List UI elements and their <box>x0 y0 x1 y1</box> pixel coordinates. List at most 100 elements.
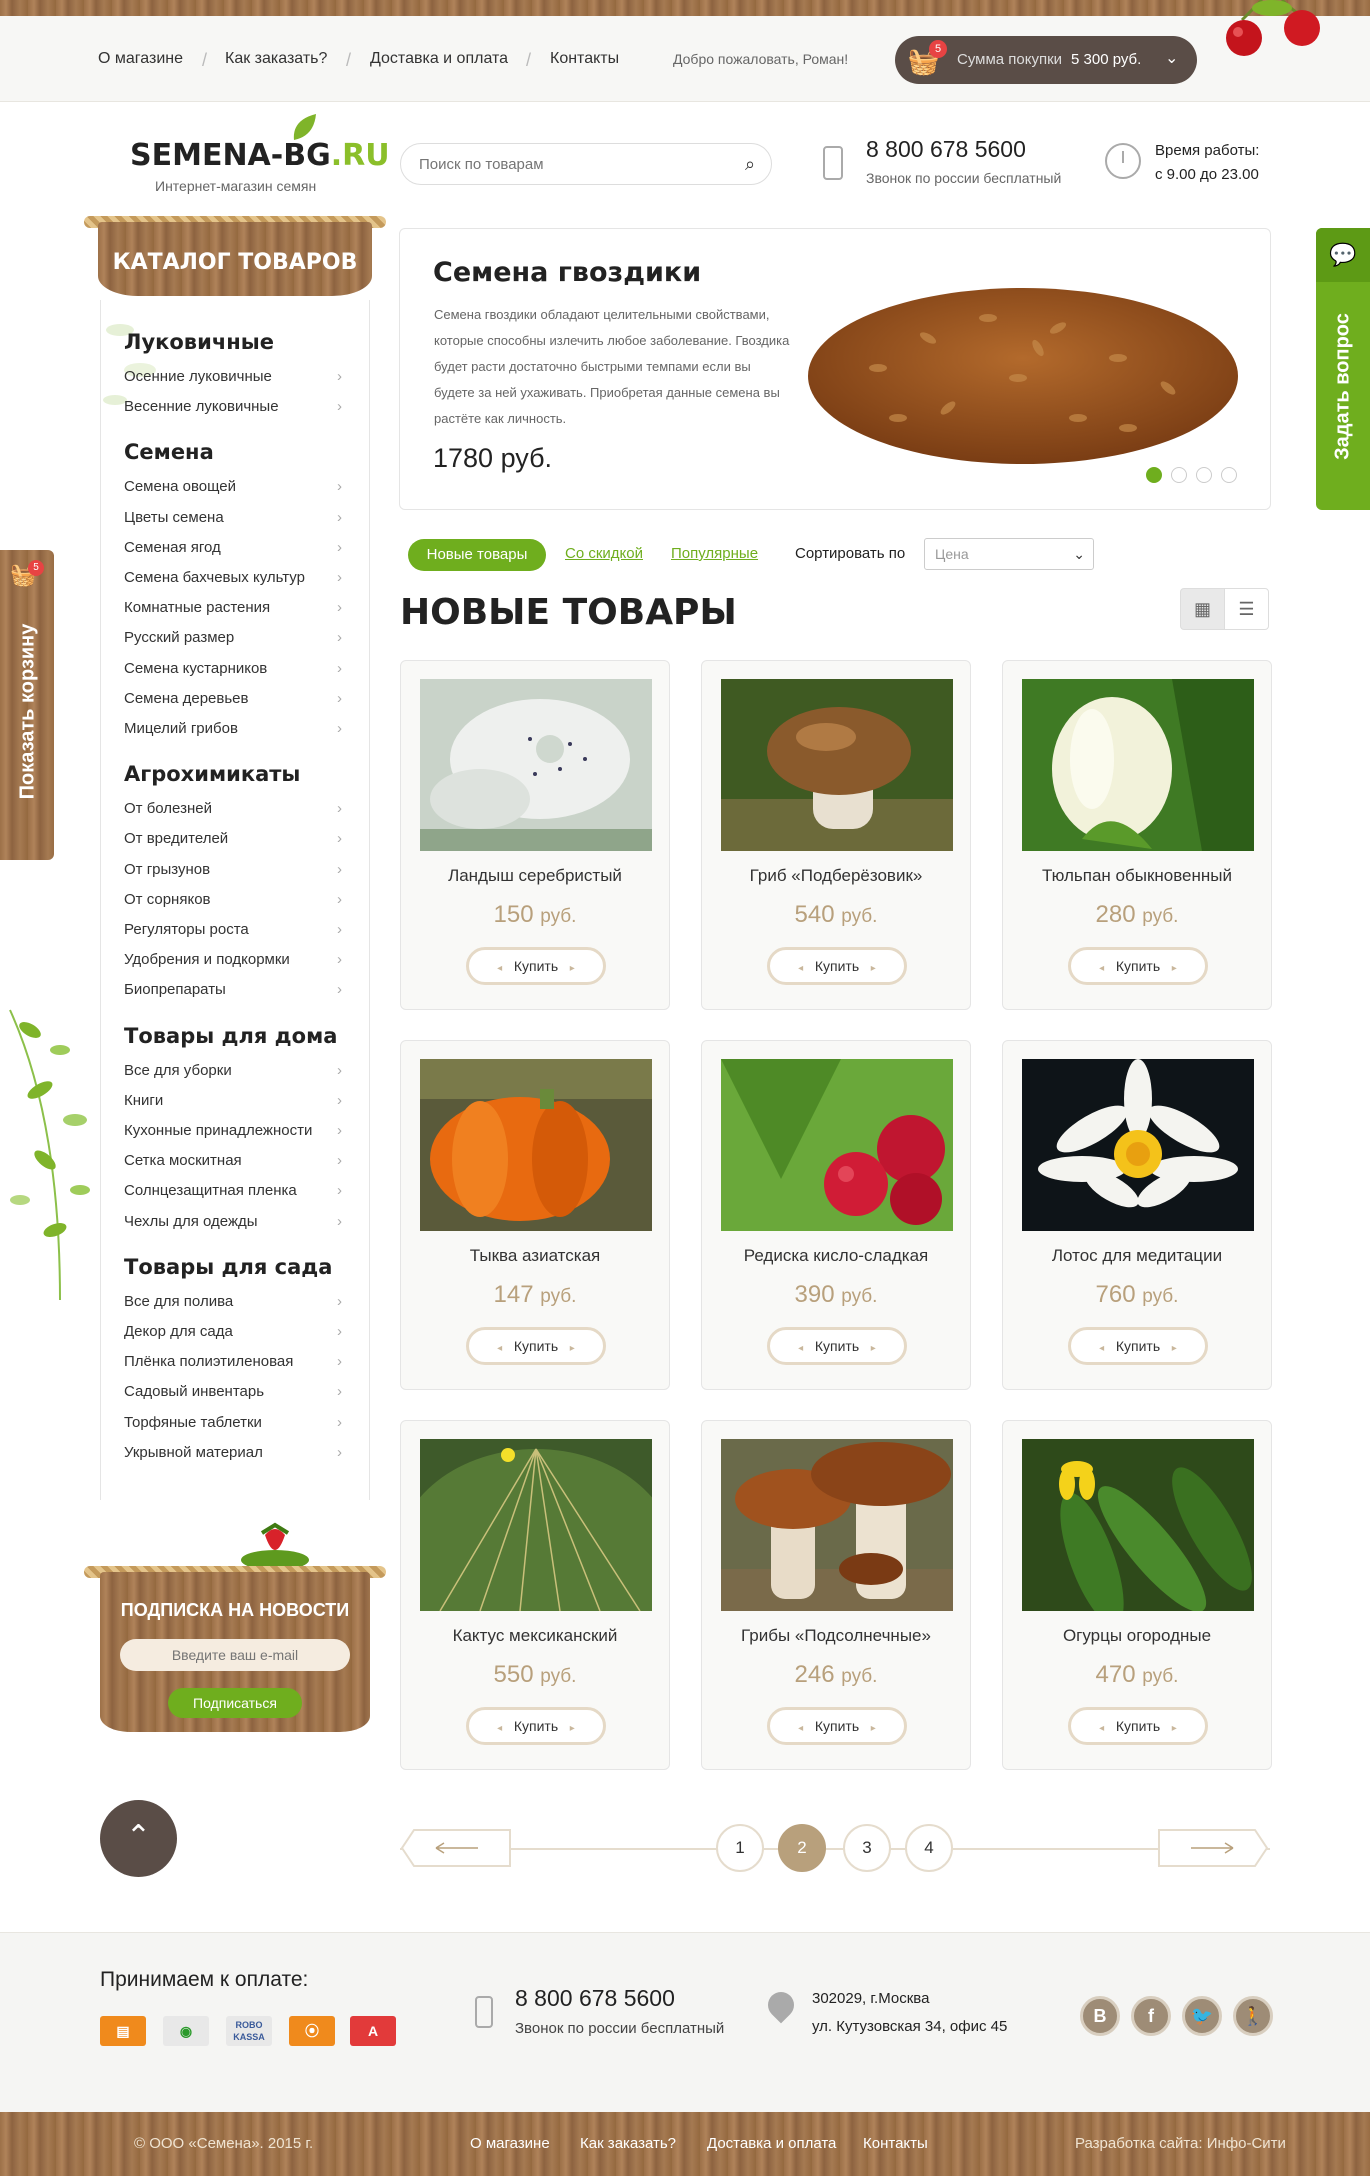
catalog-group-title[interactable]: Семена <box>124 440 214 464</box>
product-image[interactable] <box>721 679 953 851</box>
tab-new-products[interactable]: Новые товары <box>408 539 546 571</box>
search-icon[interactable]: ⌕ <box>736 150 764 178</box>
buy-button[interactable]: ◂ Купить ▸ <box>1068 1327 1208 1365</box>
product-name[interactable]: Редиска кисло-сладкая <box>702 1246 970 1266</box>
search-input[interactable] <box>400 143 772 185</box>
product-name[interactable]: Грибы «Подсолнечные» <box>702 1626 970 1646</box>
scroll-to-top-button[interactable]: ⌃ <box>100 1800 177 1877</box>
email-field[interactable] <box>120 1639 350 1671</box>
catalog-item[interactable]: От сорняков › <box>124 891 342 908</box>
catalog-group-title[interactable]: Луковичные <box>124 330 274 354</box>
catalog-item[interactable]: Семена кустарников › <box>124 660 342 677</box>
catalog-item[interactable]: Цветы семена › <box>124 509 342 526</box>
product-image[interactable] <box>420 679 652 851</box>
buy-button[interactable]: ◂ Купить ▸ <box>466 1327 606 1365</box>
catalog-group-title[interactable]: Товары для сада <box>124 1255 332 1279</box>
topnav-about[interactable]: О магазине <box>98 50 183 68</box>
product-card[interactable]: Редиска кисло-сладкая 390 руб. ◂ Купить ▸ <box>701 1040 971 1390</box>
product-name[interactable]: Лотос для медитации <box>1003 1246 1271 1266</box>
catalog-group-title[interactable]: Агрохимикаты <box>124 762 300 786</box>
product-card[interactable]: Лотос для медитации 760 руб. ◂ Купить ▸ <box>1002 1040 1272 1390</box>
catalog-item[interactable]: От болезней › <box>124 800 342 817</box>
buy-button[interactable]: ◂ Купить ▸ <box>466 1707 606 1745</box>
catalog-item[interactable]: Комнатные растения › <box>124 599 342 616</box>
product-image[interactable] <box>420 1059 652 1231</box>
page-button[interactable]: 2 <box>778 1824 826 1872</box>
footer-nav-how-to-order[interactable]: Как заказать? <box>580 2135 676 2152</box>
catalog-item[interactable]: Весенние луковичные › <box>124 398 342 415</box>
catalog-item[interactable]: Все для уборки › <box>124 1062 342 1079</box>
catalog-item[interactable]: Сетка москитная › <box>124 1152 342 1169</box>
catalog-item[interactable]: Семена овощей › <box>124 478 342 495</box>
buy-button[interactable]: ◂ Купить ▸ <box>767 947 907 985</box>
next-page-button[interactable] <box>1157 1828 1269 1868</box>
cart-summary-button[interactable]: 🧺 5 Сумма покупки 5 300 руб. ⌄ <box>895 36 1197 84</box>
twitter-icon[interactable]: 🐦 <box>1182 1996 1222 2036</box>
product-name[interactable]: Гриб «Подберёзовик» <box>702 866 970 886</box>
page-button[interactable]: 3 <box>843 1824 891 1872</box>
catalog-item[interactable]: Удобрения и подкормки › <box>124 951 342 968</box>
product-image[interactable] <box>721 1059 953 1231</box>
topnav-how-to-order[interactable]: Как заказать? <box>225 50 327 68</box>
buy-button[interactable]: ◂ Купить ▸ <box>1068 947 1208 985</box>
site-logo[interactable]: SEMENA-BG.RU <box>130 138 390 173</box>
product-image[interactable] <box>420 1439 652 1611</box>
catalog-item[interactable]: Биопрепараты › <box>124 981 342 998</box>
product-card[interactable]: Кактус мексиканский 550 руб. ◂ Купить ▸ <box>400 1420 670 1770</box>
product-name[interactable]: Огурцы огородные <box>1003 1626 1271 1646</box>
product-image[interactable] <box>721 1439 953 1611</box>
catalog-item[interactable]: Семена бахчевых культур › <box>124 569 342 586</box>
catalog-item[interactable]: Чехлы для одежды › <box>124 1213 342 1230</box>
product-card[interactable]: Тюльпан обыкновенный 280 руб. ◂ Купить ▸ <box>1002 660 1272 1010</box>
tab-discount[interactable]: Со скидкой <box>565 545 643 562</box>
slider-dot[interactable] <box>1171 467 1187 483</box>
product-card[interactable]: Огурцы огородные 470 руб. ◂ Купить ▸ <box>1002 1420 1272 1770</box>
product-card[interactable]: Ландыш серебристый 150 руб. ◂ Купить ▸ <box>400 660 670 1010</box>
catalog-item[interactable]: Все для полива › <box>124 1293 342 1310</box>
slider-dot[interactable] <box>1196 467 1212 483</box>
product-name[interactable]: Ландыш серебристый <box>401 866 669 886</box>
slider-dot[interactable] <box>1221 467 1237 483</box>
topnav-contacts[interactable]: Контакты <box>550 50 619 68</box>
catalog-item[interactable]: Декор для сада › <box>124 1323 342 1340</box>
subscribe-button[interactable]: Подписаться <box>168 1688 302 1718</box>
product-image[interactable] <box>1022 1059 1254 1231</box>
catalog-item[interactable]: Укрывной материал › <box>124 1444 342 1461</box>
list-view-icon[interactable]: ☰ <box>1224 588 1269 630</box>
product-name[interactable]: Кактус мексиканский <box>401 1626 669 1646</box>
footer-nav-delivery[interactable]: Доставка и оплата <box>707 2135 836 2152</box>
footer-nav-contacts[interactable]: Контакты <box>863 2135 928 2152</box>
catalog-item[interactable]: От грызунов › <box>124 861 342 878</box>
catalog-item[interactable]: Солнцезащитная пленка › <box>124 1182 342 1199</box>
catalog-item[interactable]: Русский размер › <box>124 629 342 646</box>
catalog-item[interactable]: Регуляторы роста › <box>124 921 342 938</box>
catalog-item[interactable]: Кухонные принадлежности › <box>124 1122 342 1139</box>
catalog-item[interactable]: Садовый инвентарь › <box>124 1383 342 1400</box>
product-name[interactable]: Тыква азиатская <box>401 1246 669 1266</box>
catalog-item[interactable]: Осенние луковичные › <box>124 368 342 385</box>
header-phone[interactable]: 8 800 678 5600 <box>866 136 1026 163</box>
odnoklassniki-icon[interactable]: 🚶 <box>1233 1996 1273 2036</box>
catalog-item[interactable]: Семена деревьев › <box>124 690 342 707</box>
product-card[interactable]: Тыква азиатская 147 руб. ◂ Купить ▸ <box>400 1040 670 1390</box>
page-button[interactable]: 1 <box>716 1824 764 1872</box>
product-name[interactable]: Тюльпан обыкновенный <box>1003 866 1271 886</box>
catalog-item[interactable]: От вредителей › <box>124 830 342 847</box>
footer-phone[interactable]: 8 800 678 5600 <box>515 1985 675 2012</box>
buy-button[interactable]: ◂ Купить ▸ <box>767 1327 907 1365</box>
buy-button[interactable]: ◂ Купить ▸ <box>466 947 606 985</box>
buy-button[interactable]: ◂ Купить ▸ <box>1068 1707 1208 1745</box>
grid-view-icon[interactable]: ▦ <box>1180 588 1225 630</box>
product-card[interactable]: Грибы «Подсолнечные» 246 руб. ◂ Купить ▸ <box>701 1420 971 1770</box>
buy-button[interactable]: ◂ Купить ▸ <box>767 1707 907 1745</box>
catalog-item[interactable]: Торфяные таблетки › <box>124 1414 342 1431</box>
sort-select[interactable]: Цена ⌄ <box>924 538 1094 570</box>
catalog-item[interactable]: Семеная ягод › <box>124 539 342 556</box>
catalog-item[interactable]: Плёнка полиэтиленовая › <box>124 1353 342 1370</box>
vk-icon[interactable]: В <box>1080 1996 1120 2036</box>
product-image[interactable] <box>1022 1439 1254 1611</box>
catalog-group-title[interactable]: Товары для дома <box>124 1024 337 1048</box>
footer-nav-about[interactable]: О магазине <box>470 2135 550 2152</box>
page-button[interactable]: 4 <box>905 1824 953 1872</box>
prev-page-button[interactable] <box>400 1828 512 1868</box>
